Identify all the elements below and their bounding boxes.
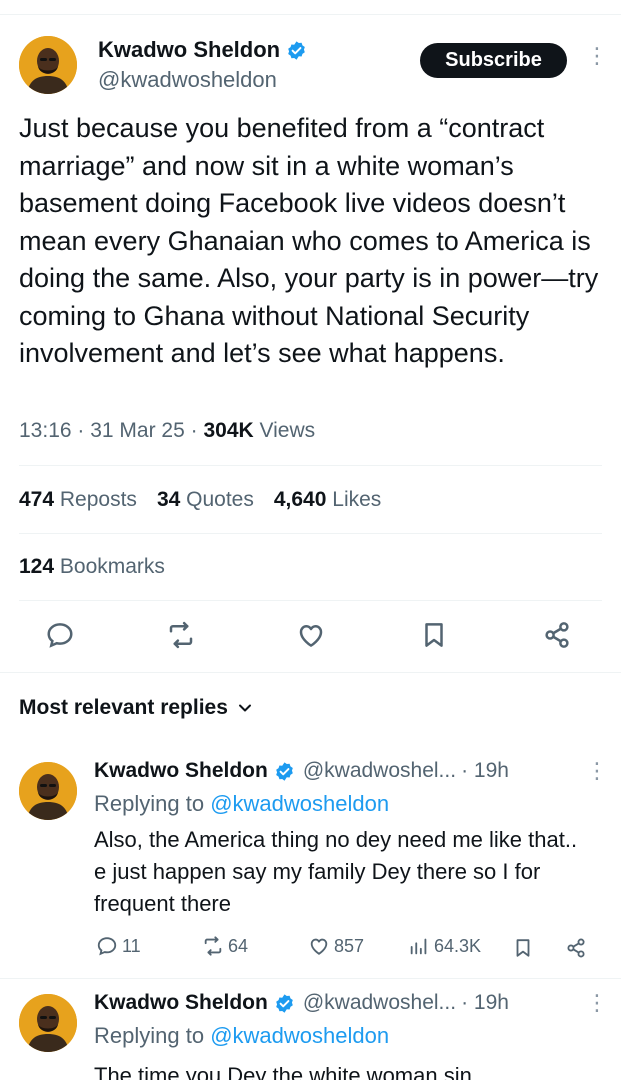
repost-count: 64 (228, 935, 249, 956)
view-count: 64.3K (434, 935, 482, 956)
reply-icon[interactable] (45, 620, 75, 650)
bookmark-icon[interactable] (419, 620, 449, 650)
replying-to: Replying to @kwadwosheldon (94, 1023, 389, 1049)
like-count: 857 (334, 935, 365, 956)
bookmarks-count: 124 (19, 555, 55, 578)
repost-icon[interactable] (166, 620, 196, 650)
divider (19, 533, 602, 534)
more-options-icon[interactable]: ⋮ (586, 45, 608, 67)
reply-text: The time you Dey the white woman sin (94, 1063, 472, 1080)
reply-reply-button[interactable]: 11 (96, 935, 141, 957)
quotes-stat[interactable]: 34 Quotes (157, 488, 254, 512)
bookmarks-stat[interactable]: 124 Bookmarks (19, 555, 165, 579)
avatar-image (19, 762, 77, 820)
avatar-image (19, 36, 77, 94)
meta-separator: · (190, 419, 204, 442)
divider (0, 672, 621, 673)
reply-views-button[interactable]: 64.3K (408, 935, 481, 957)
more-options-icon[interactable]: ⋮ (586, 992, 608, 1014)
tweet-meta: 13:16 · 31 Mar 25 · 304K Views (19, 419, 315, 443)
replying-to: Replying to @kwadwosheldon (94, 791, 389, 817)
share-icon[interactable] (565, 937, 587, 959)
avatar[interactable] (19, 36, 77, 94)
reply-author-handle: @kwadwoshel... (302, 991, 457, 1014)
verified-badge-icon (276, 761, 293, 781)
views-count: 304K (203, 419, 254, 442)
reposts-label: Reposts (59, 488, 137, 511)
reply-time: · 19h (461, 759, 509, 782)
replying-to-link[interactable]: @kwadwosheldon (210, 1023, 389, 1048)
author-name[interactable]: Kwadwo Sheldon (98, 37, 307, 63)
reposts-count: 474 (19, 488, 55, 511)
replies-header-label: Most relevant replies (19, 696, 228, 719)
reply-time: · 19h (461, 991, 509, 1014)
meta-separator: · (77, 419, 91, 442)
likes-count: 4,640 (273, 488, 327, 511)
top-divider (0, 14, 621, 15)
bookmarks-label: Bookmarks (59, 555, 165, 578)
reply-like-button[interactable]: 857 (308, 935, 364, 957)
reply-author-name: Kwadwo Sheldon (94, 759, 268, 782)
views-label: Views (259, 419, 316, 442)
replying-to-link[interactable]: @kwadwosheldon (210, 791, 389, 816)
reply-count: 11 (122, 935, 141, 956)
repost-icon (204, 936, 222, 956)
replies-sort-dropdown[interactable]: Most relevant replies (19, 696, 252, 720)
author-handle[interactable]: @kwadwosheldon (98, 67, 277, 93)
like-icon (310, 938, 328, 955)
reply-author-handle: @kwadwoshel... (302, 759, 457, 782)
reply-repost-button[interactable]: 64 (202, 935, 248, 957)
replying-prefix: Replying to (94, 1023, 205, 1048)
divider (19, 465, 602, 466)
more-options-icon[interactable]: ⋮ (586, 760, 608, 782)
engagement-stats: 474 Reposts 34 Quotes 4,640 Likes (19, 488, 381, 512)
reply-author-name: Kwadwo Sheldon (94, 991, 268, 1014)
tweet-date[interactable]: 31 Mar 25 (90, 419, 185, 442)
verified-badge-icon (276, 993, 293, 1013)
replying-prefix: Replying to (94, 791, 205, 816)
reply-author[interactable]: Kwadwo Sheldon @kwadwoshel... · 19h (94, 991, 509, 1015)
avatar-image (19, 994, 77, 1052)
reply-avatar[interactable] (19, 762, 77, 820)
tweet-time[interactable]: 13:16 (19, 419, 72, 442)
share-icon[interactable] (542, 620, 572, 650)
reply-icon (97, 937, 117, 956)
bookmark-icon[interactable] (512, 937, 534, 959)
quotes-label: Quotes (186, 488, 254, 511)
likes-label: Likes (332, 488, 382, 511)
reply-avatar[interactable] (19, 994, 77, 1052)
author-name-text: Kwadwo Sheldon (98, 37, 281, 62)
subscribe-button[interactable]: Subscribe (420, 43, 567, 78)
reply-text: Also, the America thing no dey need me l… (94, 827, 578, 916)
views-icon (410, 938, 427, 955)
divider (0, 978, 621, 979)
reposts-stat[interactable]: 474 Reposts (19, 488, 137, 512)
divider (19, 600, 602, 601)
quotes-count: 34 (156, 488, 181, 511)
bookmark-stats: 124 Bookmarks (19, 555, 165, 579)
chevron-down-icon (238, 704, 251, 712)
tweet-text: Just because you benefited from a “contr… (19, 113, 599, 368)
likes-stat[interactable]: 4,640 Likes (274, 488, 381, 512)
reply-author[interactable]: Kwadwo Sheldon @kwadwoshel... · 19h (94, 759, 509, 783)
reply-action-bar: 11 64 857 64.3K (0, 935, 621, 965)
tweet-action-bar (0, 616, 621, 656)
like-icon[interactable] (296, 620, 326, 650)
verified-badge-icon (288, 40, 305, 60)
